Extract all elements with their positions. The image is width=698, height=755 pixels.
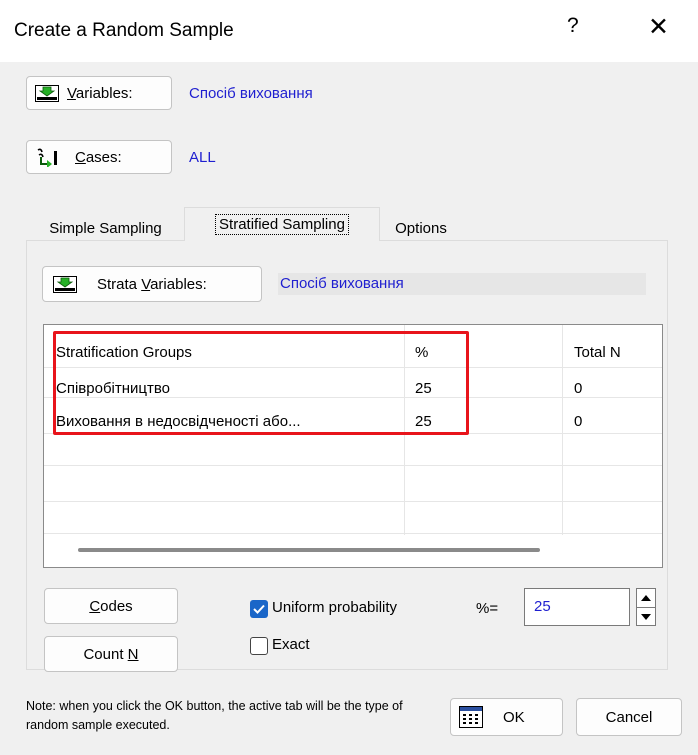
row-2-total-n[interactable]: 0 — [574, 413, 582, 430]
cases-button[interactable]: Cases: — [26, 140, 172, 174]
row-divider — [44, 501, 662, 502]
row-divider — [44, 533, 662, 534]
highlight-box — [53, 331, 469, 435]
strata-variables-label: Strata Variables: — [97, 275, 207, 293]
variables-button[interactable]: Variables: — [26, 76, 172, 110]
help-button[interactable]: ? — [567, 14, 579, 38]
count-n-button-label: Count N — [83, 645, 139, 663]
strata-variables-button[interactable]: Strata Variables: — [42, 266, 262, 302]
variables-value: Спосіб виховання — [189, 85, 313, 102]
uniform-probability-checkbox[interactable] — [250, 600, 268, 618]
tab-simple-sampling[interactable]: Simple Sampling — [28, 214, 183, 242]
tab-options[interactable]: Options — [380, 214, 462, 242]
row-1-total-n[interactable]: 0 — [574, 380, 582, 397]
strata-variables-value: Спосіб виховання — [278, 273, 646, 295]
cancel-label: Cancel — [605, 708, 653, 726]
ok-button[interactable]: OK — [450, 698, 563, 736]
column-divider — [562, 325, 563, 535]
spin-up-icon[interactable] — [637, 589, 655, 608]
exact-checkbox[interactable] — [250, 637, 268, 655]
close-button[interactable]: ✕ — [648, 12, 669, 42]
ok-icon — [459, 706, 483, 728]
spin-down-icon[interactable] — [637, 608, 655, 625]
cancel-button[interactable]: Cancel — [576, 698, 682, 736]
footer-note: Note: when you click the OK button, the … — [26, 699, 403, 732]
codes-button[interactable]: Codes — [44, 588, 178, 624]
ok-label: OK — [503, 708, 525, 726]
cases-button-label: Cases: — [75, 148, 122, 166]
percent-label: %= — [476, 600, 499, 617]
horizontal-scrollbar[interactable] — [78, 548, 540, 552]
percent-spinner[interactable] — [636, 588, 656, 626]
cases-value: ALL — [189, 149, 216, 166]
row-divider — [44, 465, 662, 466]
strata-variables-icon — [53, 275, 77, 293]
cases-icon — [35, 147, 59, 168]
percent-input[interactable]: 25 — [524, 588, 630, 626]
tab-stratified-sampling-label: Stratified Sampling — [215, 214, 349, 235]
window-title: Create a Random Sample — [14, 20, 234, 41]
header-total-n[interactable]: Total N — [574, 344, 621, 361]
uniform-probability-label[interactable]: Uniform probability — [272, 599, 397, 616]
codes-button-label: Codes — [89, 597, 133, 615]
variables-button-label: Variables: — [67, 84, 133, 102]
exact-label[interactable]: Exact — [272, 636, 310, 653]
variables-icon — [35, 84, 59, 102]
tab-stratified-sampling[interactable]: Stratified Sampling — [184, 207, 380, 241]
count-n-button[interactable]: Count N — [44, 636, 178, 672]
checkmark-icon — [253, 604, 265, 614]
percent-value: 25 — [534, 598, 551, 615]
stratification-table[interactable]: Stratification Groups % Total N Співробі… — [43, 324, 663, 568]
